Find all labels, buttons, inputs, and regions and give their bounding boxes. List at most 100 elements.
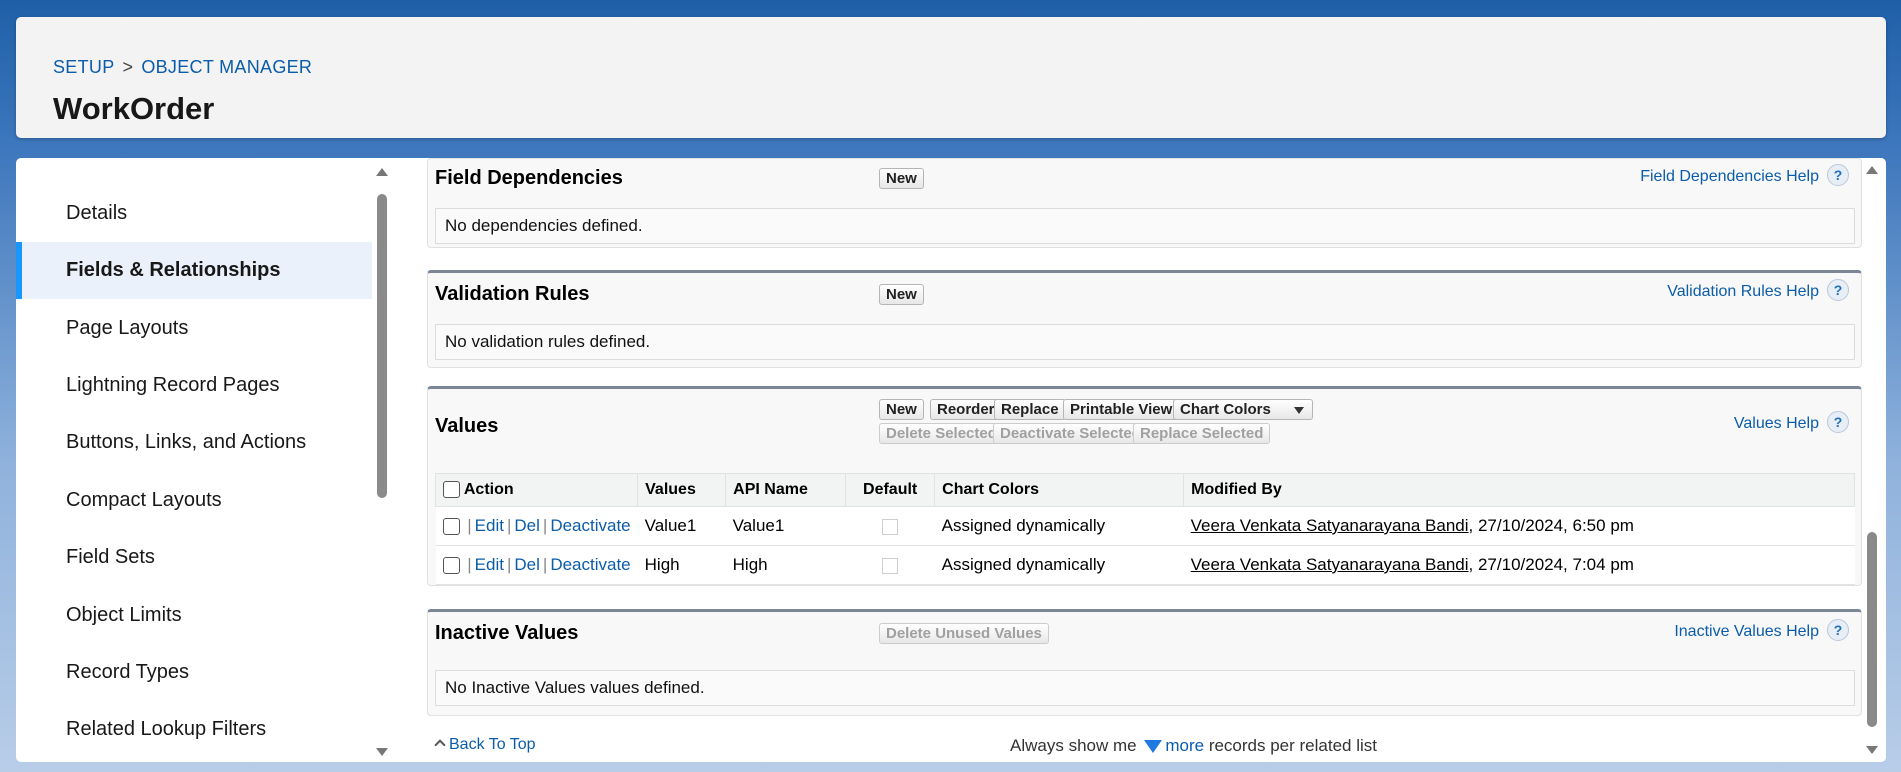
validation-rules-message: No validation rules defined. (435, 324, 1855, 360)
sidebar-scrollbar[interactable] (374, 166, 390, 756)
separator: | (467, 516, 472, 535)
triangle-down-icon[interactable] (1144, 740, 1163, 754)
row-actions: | Edit | Del | Deactivate (435, 506, 638, 546)
values-help-link[interactable]: Values Help (1734, 415, 1819, 433)
question-mark-icon[interactable]: ? (1827, 279, 1849, 301)
default-checkbox (882, 518, 899, 535)
inactive-values-title: Inactive Values (435, 622, 579, 644)
column-action-label: Action (463, 481, 514, 498)
scroll-up-arrow-icon[interactable] (1866, 166, 1878, 174)
question-mark-icon[interactable]: ? (1827, 619, 1849, 641)
scroll-down-arrow-icon[interactable] (1866, 746, 1878, 754)
question-mark-icon[interactable]: ? (1827, 411, 1849, 433)
row-value: High (637, 545, 726, 585)
deactivate-link[interactable]: Deactivate (550, 555, 630, 574)
breadcrumb: SETUP > OBJECT MANAGER (53, 57, 312, 78)
del-link[interactable]: Del (514, 555, 540, 574)
back-to-top-link[interactable]: Back To Top (434, 736, 536, 754)
edit-link[interactable]: Edit (475, 555, 504, 574)
field-dependencies-section: Field Dependencies New Field Dependencie… (427, 158, 1862, 248)
modified-by-user-link[interactable]: Veera Venkata Satyanarayana Bandi (1191, 555, 1469, 574)
values-section: Values New Reorder Replace Printable Vie… (427, 386, 1862, 586)
field-dependencies-new-button[interactable]: New (879, 168, 924, 189)
separator: | (542, 555, 548, 574)
always-show-label: Always show me (1010, 736, 1137, 755)
inactive-values-help-link[interactable]: Inactive Values Help (1674, 623, 1819, 641)
row-checkbox[interactable] (442, 557, 460, 575)
sidebar-item-related-lookup-filters[interactable]: Related Lookup Filters (16, 701, 372, 758)
inactive-values-section: Inactive Values Delete Unused Values Ina… (427, 609, 1862, 716)
chart-colors-label: Chart Colors (1180, 401, 1271, 418)
sidebar-item-page-layouts[interactable]: Page Layouts (16, 300, 372, 357)
deactivate-link[interactable]: Deactivate (550, 516, 630, 535)
sidebar-item-fields-relationships[interactable]: Fields & Relationships (16, 242, 372, 299)
validation-rules-help-link[interactable]: Validation Rules Help (1667, 283, 1819, 301)
values-delete-selected-button[interactable]: Delete Selected (879, 423, 1004, 444)
column-default: Default (845, 473, 936, 507)
breadcrumb-object-manager[interactable]: OBJECT MANAGER (141, 57, 312, 77)
sidebar-item-record-types[interactable]: Record Types (16, 644, 372, 701)
values-chart-colors-button[interactable]: Chart Colors (1173, 399, 1313, 420)
sidebar-item-details[interactable]: Details (16, 185, 372, 242)
field-dependencies-title: Field Dependencies (435, 167, 623, 189)
content-scroll-thumb[interactable] (1867, 532, 1877, 727)
question-mark-icon[interactable]: ? (1827, 164, 1849, 186)
row-default (845, 506, 935, 546)
field-dependencies-help-link[interactable]: Field Dependencies Help (1640, 168, 1819, 186)
separator: | (542, 516, 548, 535)
values-replace-selected-button[interactable]: Replace Selected (1133, 423, 1271, 444)
row-chart-colors: Assigned dynamically (934, 545, 1184, 585)
back-to-top-label: Back To Top (449, 736, 536, 753)
separator: | (506, 516, 512, 535)
values-replace-button[interactable]: Replace (994, 399, 1066, 420)
select-all-checkbox[interactable] (443, 481, 460, 499)
validation-rules-new-button[interactable]: New (879, 284, 924, 305)
sidebar-item-lightning-record-pages[interactable]: Lightning Record Pages (16, 357, 372, 414)
row-modified-by: Veera Venkata Satyanarayana Bandi, 27/10… (1183, 506, 1855, 546)
sidebar-item-object-limits[interactable]: Object Limits (16, 587, 372, 644)
edit-link[interactable]: Edit (475, 516, 504, 535)
inactive-values-message: No Inactive Values values defined. (435, 670, 1855, 706)
values-table: Action Values API Name Default Chart Col… (434, 473, 1855, 585)
modified-date: , 27/10/2024, 6:50 pm (1468, 516, 1634, 535)
values-printable-view-button[interactable]: Printable View (1063, 399, 1180, 420)
modified-date: , 27/10/2024, 7:04 pm (1468, 555, 1634, 574)
main-panel: Details Fields & Relationships Page Layo… (16, 158, 1886, 762)
row-checkbox[interactable] (442, 518, 460, 536)
validation-rules-title: Validation Rules (435, 283, 590, 305)
modified-by-user-link[interactable]: Veera Venkata Satyanarayana Bandi (1191, 516, 1469, 535)
field-dependencies-message: No dependencies defined. (435, 208, 1855, 244)
sidebar-item-buttons-links-actions[interactable]: Buttons, Links, and Actions (16, 414, 372, 471)
column-api-name: API Name (725, 473, 847, 507)
row-default (845, 545, 935, 585)
table-row: | Edit | Del | Deactivate Value1 Value1 Assig… (435, 506, 1855, 546)
sidebar-item-field-sets[interactable]: Field Sets (16, 529, 372, 586)
values-title: Values (435, 415, 499, 437)
values-deactivate-selected-button[interactable]: Deactivate Selected (993, 423, 1148, 444)
sidebar-item-compact-layouts[interactable]: Compact Layouts (16, 472, 372, 529)
sidebar: Details Fields & Relationships Page Layo… (16, 158, 392, 762)
values-table-header: Action Values API Name Default Chart Col… (434, 473, 1855, 507)
sidebar-scroll-thumb[interactable] (377, 194, 387, 498)
more-link[interactable]: more (1165, 736, 1204, 755)
row-api-name: Value1 (725, 506, 846, 546)
row-api-name: High (725, 545, 846, 585)
page-title: WorkOrder (53, 91, 215, 126)
records-per-list-control: Always show me more records per related … (1010, 736, 1377, 756)
scroll-up-arrow-icon[interactable] (376, 168, 388, 176)
delete-unused-values-button[interactable]: Delete Unused Values (879, 623, 1049, 644)
del-link[interactable]: Del (514, 516, 540, 535)
records-per-list-label: records per related list (1208, 736, 1377, 755)
default-checkbox (882, 557, 899, 574)
table-row: | Edit | Del | Deactivate High High Assigned … (435, 545, 1855, 585)
column-chart-colors: Chart Colors (934, 473, 1185, 507)
scroll-down-arrow-icon[interactable] (376, 748, 388, 756)
content-scrollbar[interactable] (1864, 164, 1880, 756)
values-reorder-button[interactable]: Reorder (930, 399, 1002, 420)
column-action: Action (434, 473, 639, 507)
page-header: SETUP > OBJECT MANAGER WorkOrder (16, 17, 1886, 138)
breadcrumb-setup[interactable]: SETUP (53, 57, 115, 77)
values-new-button[interactable]: New (879, 399, 924, 420)
content-area: Field Dependencies New Field Dependencie… (392, 158, 1886, 762)
chevron-down-icon (1294, 407, 1304, 414)
